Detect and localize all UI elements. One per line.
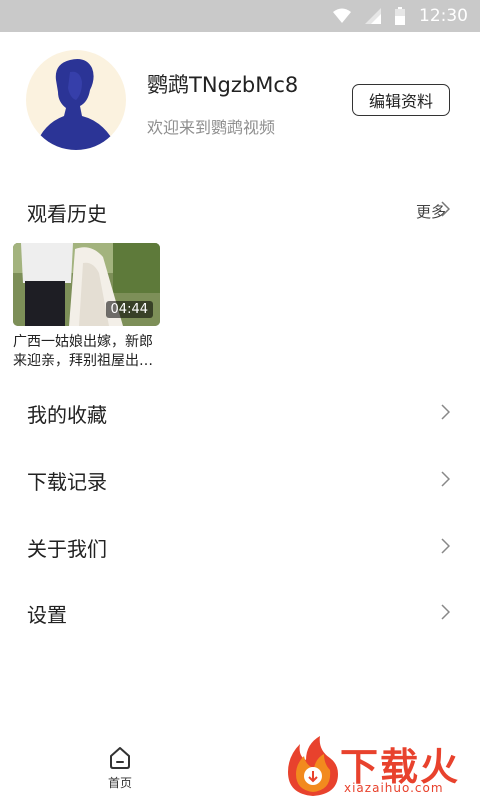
video-thumbnail: 04:44 (13, 243, 160, 326)
chevron-right-icon (441, 404, 450, 420)
user-silhouette-icon (34, 59, 118, 150)
status-bar: 12:30 (0, 0, 480, 32)
signal-icon (365, 8, 381, 24)
home-icon (110, 747, 130, 769)
video-title: 广西一姑娘出嫁，新郎来迎亲，拜别祖屋出… (13, 334, 153, 369)
menu-item-about[interactable]: 关于我们 (0, 522, 480, 572)
watermark-url: xiazaihuo.com (344, 781, 444, 795)
video-duration: 04:44 (105, 301, 153, 318)
history-video-card[interactable]: 04:44 广西一姑娘出嫁，新郎来迎亲，拜别祖屋出… (13, 243, 160, 371)
chevron-right-icon (441, 604, 450, 620)
menu-item-label: 关于我们 (27, 537, 107, 561)
menu-item-label: 下载记录 (27, 470, 107, 494)
flame-logo-icon (288, 736, 338, 796)
menu-item-favorites[interactable]: 我的收藏 (0, 388, 480, 438)
watch-history-title: 观看历史 (27, 202, 107, 226)
welcome-text: 欢迎来到鹦鹉视频 (147, 118, 276, 137)
battery-icon (395, 7, 405, 25)
avatar[interactable] (26, 50, 126, 150)
status-time: 12:30 (419, 6, 468, 26)
username: 鹦鹉TNgzbMc8 (147, 73, 299, 97)
profile-header: 鹦鹉TNgzbMc8 欢迎来到鹦鹉视频 编辑资料 (0, 32, 480, 172)
menu-item-settings[interactable]: 设置 (0, 588, 480, 638)
watermark: 下载火 xiazaihuo.com (282, 730, 480, 800)
chevron-right-icon (441, 201, 450, 217)
wifi-icon (333, 8, 351, 23)
menu-item-downloads[interactable]: 下载记录 (0, 455, 480, 505)
menu-item-label: 设置 (27, 603, 67, 627)
chevron-right-icon (441, 471, 450, 487)
menu-item-label: 我的收藏 (27, 403, 107, 427)
chevron-right-icon (441, 538, 450, 554)
watch-history-header: 观看历史 更多 (0, 190, 480, 232)
tab-home[interactable]: 首页 (90, 746, 150, 791)
tab-home-label: 首页 (107, 776, 132, 790)
edit-profile-button[interactable]: 编辑资料 (352, 84, 450, 116)
